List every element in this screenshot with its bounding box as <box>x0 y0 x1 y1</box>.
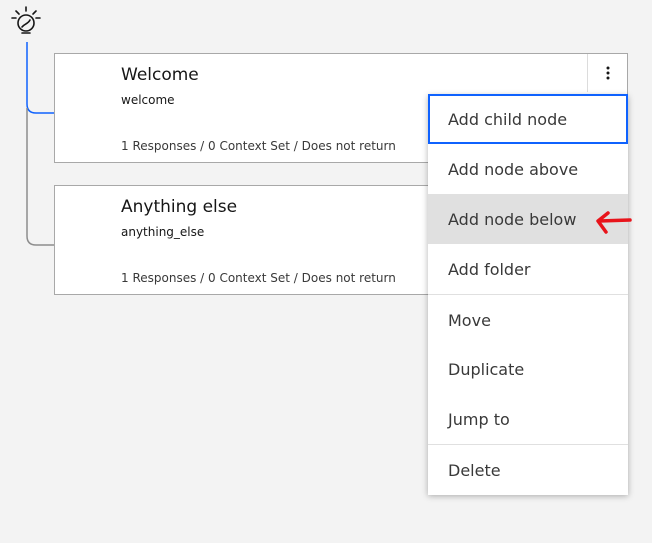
menu-item-jump-to[interactable]: Jump to <box>428 394 628 444</box>
menu-item-add-folder[interactable]: Add folder <box>428 244 628 294</box>
node-summary: 1 Responses / 0 Context Set / Does not r… <box>121 271 396 285</box>
overflow-menu-vertical-icon <box>606 66 609 80</box>
red-arrow-icon <box>596 211 632 234</box>
menu-item-add-node-above[interactable]: Add node above <box>428 144 628 194</box>
menu-item-delete[interactable]: Delete <box>428 445 628 495</box>
node-context-menu: Add child node Add node above Add node b… <box>428 94 628 495</box>
tree-line-welcome <box>26 42 54 114</box>
watson-bulb-icon <box>11 6 41 34</box>
overflow-menu-button[interactable] <box>587 54 627 92</box>
node-title: Anything else <box>121 197 238 217</box>
menu-item-duplicate[interactable]: Duplicate <box>428 344 628 394</box>
menu-item-add-child-node[interactable]: Add child node <box>428 94 628 144</box>
node-condition: welcome <box>121 93 175 107</box>
node-title: Welcome <box>121 65 199 85</box>
node-summary: 1 Responses / 0 Context Set / Does not r… <box>121 139 396 153</box>
menu-item-move[interactable]: Move <box>428 295 628 345</box>
tree-line-anything-else <box>26 108 54 246</box>
node-condition: anything_else <box>121 225 205 239</box>
